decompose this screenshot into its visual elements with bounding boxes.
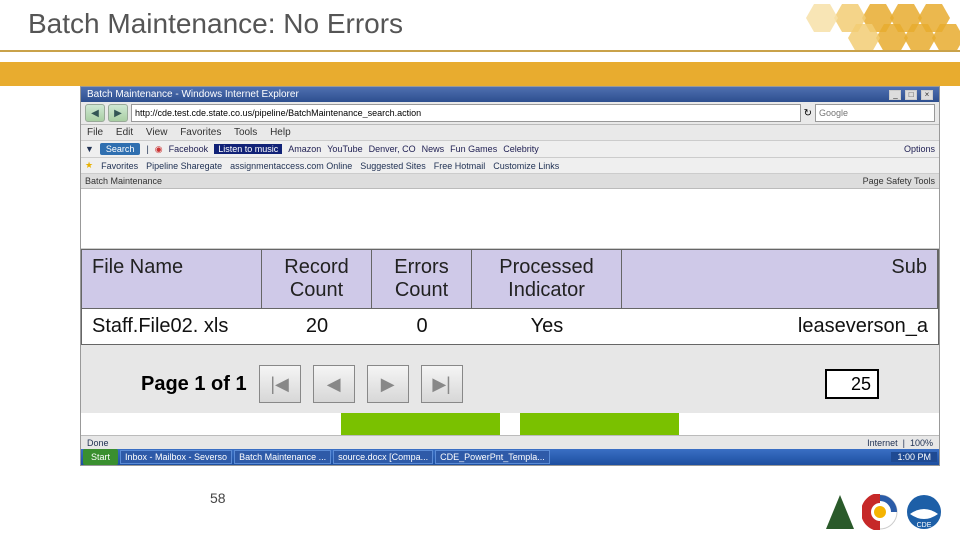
th-file-name: File Name (82, 250, 262, 308)
slide-title: Batch Maintenance: No Errors (28, 8, 403, 40)
menu-help[interactable]: Help (270, 127, 291, 138)
gold-band (0, 62, 960, 86)
toolbar-news[interactable]: News (422, 144, 445, 154)
favorites-bar: ★ Favorites Pipeline Sharegate assignmen… (81, 158, 939, 174)
cell-submitter: leaseverson_a (622, 309, 938, 344)
back-button[interactable]: ◀ (85, 104, 105, 122)
toolbar-amazon[interactable]: Amazon (288, 144, 321, 154)
toolbar-search-icon: ▼ (85, 144, 94, 154)
status-zoom: 100% (910, 438, 933, 448)
search-toolbar: ▼ Search | ◉ Facebook Listen to music Am… (81, 141, 939, 158)
window-titlebar: Batch Maintenance - Windows Internet Exp… (81, 87, 939, 102)
pager-last-button[interactable]: ▶| (421, 365, 463, 403)
tab-tools[interactable]: Page Safety Tools (863, 176, 935, 186)
footer-logos: CDE (826, 494, 942, 530)
th-record-count: Record Count (262, 250, 372, 308)
status-zone: Internet (867, 438, 898, 448)
minimize-icon[interactable]: _ (889, 90, 901, 100)
menu-tools[interactable]: Tools (234, 127, 257, 138)
cde-logo-icon: CDE (906, 494, 942, 530)
menu-bar[interactable]: File Edit View Favorites Tools Help (81, 125, 939, 141)
window-controls[interactable]: _ □ × (888, 89, 933, 100)
cell-record-count: 20 (262, 309, 372, 344)
fav-item-1[interactable]: Pipeline Sharegate (146, 161, 222, 171)
forward-button[interactable]: ▶ (108, 104, 128, 122)
task-item[interactable]: CDE_PowerPnt_Templa... (435, 450, 550, 464)
toolbar-listen[interactable]: Listen to music (214, 144, 282, 154)
taskbar-clock: 1:00 PM (891, 452, 937, 462)
toolbar-celeb[interactable]: Celebrity (503, 144, 539, 154)
toolbar-weather[interactable]: Denver, CO (369, 144, 416, 154)
menu-view[interactable]: View (146, 127, 168, 138)
svg-text:CDE: CDE (917, 522, 932, 529)
pager-prev-button[interactable]: ◀ (313, 365, 355, 403)
toolbar-facebook[interactable]: Facebook (169, 144, 209, 154)
pager-first-button[interactable]: |◀ (259, 365, 301, 403)
content-blank (81, 189, 939, 249)
refresh-icon[interactable]: ↻ (804, 108, 812, 119)
title-rule (0, 50, 960, 52)
page-size-input[interactable] (825, 369, 879, 399)
toolbar-games[interactable]: Fun Games (450, 144, 497, 154)
menu-file[interactable]: File (87, 127, 103, 138)
cell-processed: Yes (472, 309, 622, 344)
window-title: Batch Maintenance - Windows Internet Exp… (87, 89, 299, 100)
favorites-label[interactable]: Favorites (101, 161, 138, 171)
taskbar[interactable]: Start Inbox - Mailbox - Severso Batch Ma… (81, 449, 939, 465)
table-row[interactable]: Staff.File02. xls 20 0 Yes leaseverson_a (81, 309, 939, 345)
menu-edit[interactable]: Edit (116, 127, 133, 138)
pager-label: Page 1 of 1 (141, 373, 247, 396)
th-submitter: Sub (622, 250, 938, 308)
task-item[interactable]: Batch Maintenance ... (234, 450, 331, 464)
toolbar-options[interactable]: Options (904, 144, 935, 154)
divider: | (146, 144, 148, 154)
star-icon[interactable]: ★ (85, 160, 93, 171)
search-input[interactable] (815, 104, 935, 122)
colorado-c-logo-icon (862, 494, 898, 530)
menu-favorites[interactable]: Favorites (180, 127, 221, 138)
active-tab[interactable]: Batch Maintenance (85, 176, 162, 186)
tab-row: Batch Maintenance Page Safety Tools (81, 174, 939, 189)
task-item[interactable]: source.docx [Compa... (333, 450, 433, 464)
fav-item-3[interactable]: Suggested Sites (360, 161, 426, 171)
tree-logo-icon (826, 495, 854, 529)
table-header: File Name Record Count Errors Count Proc… (81, 249, 939, 309)
maximize-icon[interactable]: □ (905, 90, 917, 100)
results-table: File Name Record Count Errors Count Proc… (81, 249, 939, 345)
th-errors-count: Errors Count (372, 250, 472, 308)
status-bar: Done Internet | 100% (81, 435, 939, 449)
pager-next-button[interactable]: ▶ (367, 365, 409, 403)
fav-item-5[interactable]: Customize Links (493, 161, 559, 171)
toolbar-search-button[interactable]: Search (100, 143, 141, 155)
slide-number: 58 (210, 490, 226, 506)
toolbar-youtube[interactable]: YouTube (327, 144, 362, 154)
browser-window: Batch Maintenance - Windows Internet Exp… (80, 86, 940, 466)
pager: Page 1 of 1 |◀ ◀ ▶ ▶| (81, 355, 939, 413)
start-button[interactable]: Start (83, 449, 118, 465)
radio-icon: ◉ (155, 144, 163, 155)
address-bar: ◀ ▶ ↻ (81, 102, 939, 125)
close-icon[interactable]: × (921, 90, 933, 100)
url-input[interactable] (131, 104, 801, 122)
th-processed: Processed Indicator (472, 250, 622, 308)
task-item[interactable]: Inbox - Mailbox - Severso (120, 450, 232, 464)
fav-item-4[interactable]: Free Hotmail (434, 161, 486, 171)
cell-file-name: Staff.File02. xls (82, 309, 262, 344)
cell-errors-count: 0 (372, 309, 472, 344)
green-bars (81, 413, 939, 435)
fav-item-2[interactable]: assignmentaccess.com Online (230, 161, 352, 171)
status-left: Done (87, 438, 109, 448)
